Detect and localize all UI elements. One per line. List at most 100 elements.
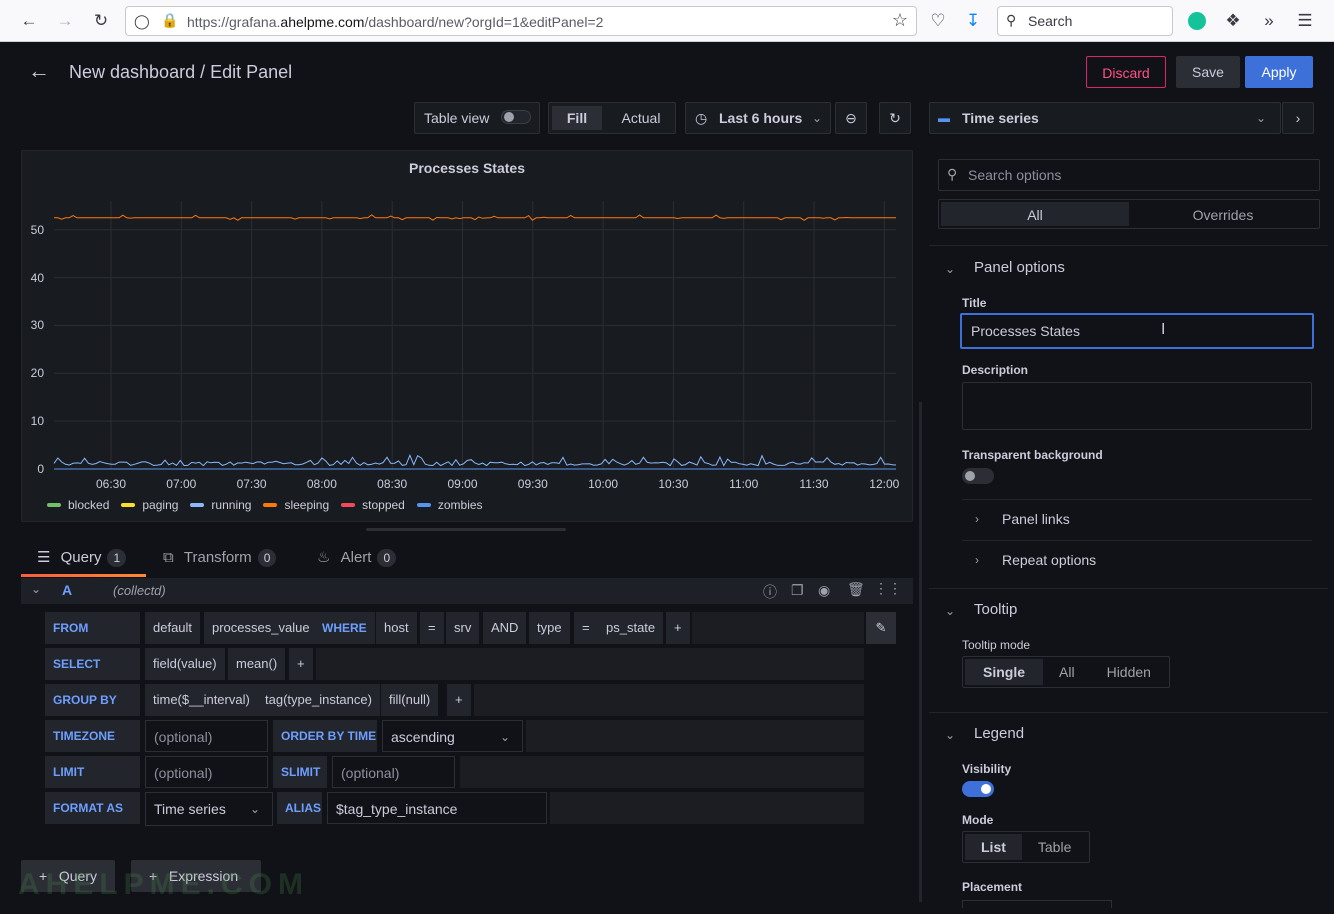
orderby-select[interactable]: ascending ⌄ [382, 720, 523, 752]
tooltip-header[interactable]: Tooltip [974, 601, 1017, 618]
shield-icon[interactable]: ◯ [134, 13, 150, 30]
bookmark-star-icon[interactable]: ☆ [892, 10, 908, 31]
groupby-fill[interactable]: fill(null) [381, 684, 439, 716]
vertical-scrollbar[interactable] [919, 402, 922, 902]
chevron-down-icon[interactable]: ⌄ [945, 728, 955, 742]
edit-query-pencil-icon[interactable]: ✎ [866, 612, 896, 644]
timeseries-chart[interactable] [22, 151, 914, 491]
back-arrow-icon[interactable]: ← [18, 10, 40, 32]
tab-alert[interactable]: ♨ Alert 0 [317, 540, 397, 576]
lock-icon[interactable]: 🔒 [161, 12, 178, 29]
fill-option[interactable]: Fill [552, 106, 602, 130]
grammarly-icon[interactable] [1188, 12, 1206, 30]
tab-query[interactable]: ☰ Query 1 [37, 540, 127, 576]
legend-visibility-toggle[interactable] [962, 781, 994, 797]
from-measurement[interactable]: processes_value [204, 612, 318, 644]
options-collapse-button[interactable]: › [1282, 102, 1314, 134]
drag-handle-icon[interactable]: ⋮⋮ [874, 580, 902, 597]
add-groupby-button[interactable]: + [447, 684, 471, 716]
splitter-handle[interactable] [366, 528, 566, 531]
where-value-ps-state[interactable]: ps_state [598, 612, 664, 644]
series-line-sleeping[interactable] [54, 214, 896, 221]
title-input[interactable]: Processes States I [960, 313, 1314, 349]
where-key-type[interactable]: type [529, 612, 570, 644]
query-ref-id[interactable]: A [62, 582, 72, 598]
chevron-down-icon[interactable]: ⌄ [31, 582, 41, 596]
legend-item-stopped[interactable]: stopped [341, 498, 405, 512]
where-key-host[interactable]: host [376, 612, 417, 644]
visualization-picker[interactable]: ▬ Time series ⌄ [929, 102, 1281, 134]
legend-item-sleeping[interactable]: sleeping [263, 498, 329, 512]
time-range-picker[interactable]: ◷ Last 6 hours ⌄ [685, 102, 831, 134]
url-text[interactable]: https://grafana.ahelpme.com/dashboard/ne… [187, 14, 603, 30]
legend-item-paging[interactable]: paging [121, 498, 178, 512]
query-row-header[interactable]: ⌄ A (collectd) ⓘ ❐ ◉ 🗑 ⋮⋮ [21, 578, 913, 604]
slimit-input[interactable]: (optional) [332, 756, 455, 788]
extension-icon[interactable]: ❖ [1222, 10, 1244, 32]
legend-header[interactable]: Legend [974, 725, 1024, 742]
timezone-input[interactable]: (optional) [145, 720, 268, 752]
x-tick-label: 08:00 [306, 477, 337, 491]
placement-radio[interactable] [962, 900, 1112, 908]
tab-overrides[interactable]: Overrides [1129, 202, 1317, 226]
menu-hamburger-icon[interactable]: ☰ [1294, 10, 1316, 32]
apply-button[interactable]: Apply [1245, 56, 1313, 88]
legend-item-blocked[interactable]: blocked [47, 498, 109, 512]
discard-button[interactable]: Discard [1086, 56, 1166, 88]
chevron-down-icon[interactable]: ⌄ [945, 604, 955, 618]
from-policy[interactable]: default [145, 612, 201, 644]
repeat-options-header[interactable]: Repeat options [1002, 552, 1096, 568]
save-button[interactable]: Save [1176, 56, 1240, 88]
tab-all[interactable]: All [941, 202, 1129, 226]
select-aggregation[interactable]: mean() [228, 648, 286, 680]
refresh-button[interactable]: ↻ [879, 102, 911, 134]
legend-item-zombies[interactable]: zombies [416, 498, 483, 512]
where-operator[interactable]: = [574, 612, 598, 644]
alias-input[interactable]: $tag_type_instance [327, 792, 547, 824]
where-and[interactable]: AND [483, 612, 527, 644]
chevron-down-icon[interactable]: ⌄ [945, 262, 955, 276]
back-arrow-icon[interactable]: ← [28, 58, 50, 84]
transparent-background-toggle[interactable] [962, 468, 994, 484]
duplicate-icon[interactable]: ❐ [791, 582, 804, 599]
groupby-time[interactable]: time($__interval) [145, 684, 258, 716]
tooltip-single-option[interactable]: Single [965, 659, 1044, 685]
chevron-right-icon[interactable]: › [975, 512, 979, 526]
download-icon[interactable]: ↧ [962, 10, 984, 32]
add-where-button[interactable]: + [666, 612, 690, 644]
browser-search-input[interactable]: ⚲ Search [997, 6, 1173, 36]
tab-transform[interactable]: ⧉ Transform 0 [163, 540, 277, 576]
description-textarea[interactable] [962, 382, 1312, 430]
where-value-srv[interactable]: srv [446, 612, 480, 644]
tooltip-hidden-option[interactable]: Hidden [1091, 659, 1167, 685]
trash-icon[interactable]: 🗑 [847, 581, 865, 598]
where-operator[interactable]: = [420, 612, 444, 644]
search-options-input[interactable]: ⚲ Search options [938, 159, 1320, 191]
mode-list-option[interactable]: List [965, 834, 1022, 860]
formatas-select[interactable]: Time series ⌄ [145, 792, 273, 826]
add-select-button[interactable]: + [289, 648, 313, 680]
legend-label: paging [142, 498, 179, 512]
panel-options-header[interactable]: Panel options [974, 259, 1065, 276]
mode-table-option[interactable]: Table [1022, 834, 1087, 860]
actual-option[interactable]: Actual [609, 106, 673, 130]
eye-icon[interactable]: ◉ [818, 582, 830, 599]
series-line-running[interactable] [53, 453, 897, 467]
reload-icon[interactable]: ↻ [90, 10, 112, 32]
chevron-right-icon[interactable]: › [975, 553, 979, 567]
overflow-chevron-icon[interactable]: » [1258, 10, 1280, 32]
limit-keyword: LIMIT [45, 756, 140, 788]
table-view-switch[interactable] [501, 110, 531, 124]
select-field[interactable]: field(value) [145, 648, 225, 680]
zoom-out-button[interactable]: ⊖ [835, 102, 867, 134]
pocket-icon[interactable]: ♡ [927, 10, 949, 32]
forward-arrow-icon[interactable]: → [54, 10, 76, 32]
tooltip-all-option[interactable]: All [1043, 659, 1091, 685]
url-bar[interactable]: ◯ 🔒 https://grafana.ahelpme.com/dashboar… [125, 6, 917, 36]
table-view-toggle[interactable]: Table view [414, 102, 540, 134]
legend-item-running[interactable]: running [190, 498, 251, 512]
help-icon[interactable]: ⓘ [763, 582, 777, 602]
panel-links-header[interactable]: Panel links [1002, 511, 1070, 527]
limit-input[interactable]: (optional) [145, 756, 268, 788]
groupby-tag[interactable]: tag(type_instance) [257, 684, 380, 716]
